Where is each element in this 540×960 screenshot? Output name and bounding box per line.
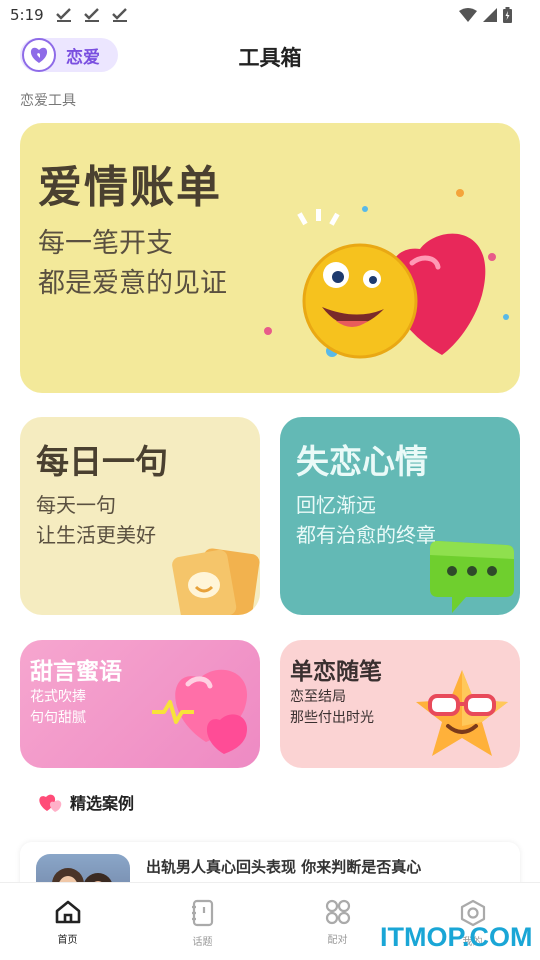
signal-icon: [483, 8, 497, 22]
crush-notes-title: 单恋随笔: [290, 659, 382, 685]
crush-notes-subtitle-1: 恋至结局: [290, 689, 346, 705]
heartbreak-mood-subtitle-1: 回忆渐远: [296, 493, 376, 517]
love-bill-title: 爱情账单: [38, 162, 222, 213]
daily-quote-title: 每日一句: [36, 442, 168, 481]
crush-notes-subtitle-2: 那些付出时光: [290, 710, 374, 726]
emoji-heart-illustration-icon: [264, 189, 509, 359]
status-left: 5:19: [10, 6, 128, 24]
page-title: 工具箱: [238, 46, 302, 70]
heartbreak-mood-title: 失恋心情: [296, 442, 428, 481]
hearts-heartbeat-icon: [152, 669, 248, 754]
status-bar: 5:19: [0, 0, 540, 30]
wifi-icon: [459, 8, 477, 22]
sweet-words-title: 甜言蜜语: [30, 659, 122, 685]
status-right: [459, 7, 512, 23]
watermark-text: ITMOP.COM: [380, 922, 533, 952]
double-heart-icon: [39, 794, 62, 812]
grid-icon: [325, 899, 350, 925]
download-done-icon: [55, 8, 71, 22]
featured-header: 精选案例: [38, 790, 134, 814]
section-label: 恋爱工具: [20, 93, 76, 109]
tab-topics[interactable]: 话题: [135, 883, 270, 960]
case-title: 出轨男人真心回头表现 你来判断是否真心: [146, 858, 422, 876]
daily-quote-card[interactable]: 每日一句 每天一句 让生活更美好: [20, 417, 260, 615]
chat-cards-icon: [172, 548, 260, 615]
crush-notes-card[interactable]: 单恋随笔 恋至结局 那些付出时光: [280, 640, 520, 768]
home-icon: [55, 900, 80, 924]
header: 恋爱 工具箱: [0, 36, 540, 76]
battery-icon: [503, 7, 512, 23]
featured-title: 精选案例: [70, 794, 135, 813]
love-bill-subtitle-2: 都是爱意的见证: [38, 268, 227, 299]
sweet-words-subtitle-1: 花式吹捧: [30, 689, 86, 705]
star-sunglasses-icon: [416, 670, 508, 756]
sweet-words-subtitle-2: 句句甜腻: [30, 710, 86, 726]
daily-quote-subtitle-2: 让生活更美好: [36, 523, 156, 547]
download-done-icon: [111, 8, 127, 22]
tab-home-label: 首页: [57, 935, 78, 946]
tab-match-label: 配对: [327, 935, 348, 946]
tab-home[interactable]: 首页: [0, 883, 135, 960]
status-time: 5:19: [10, 6, 44, 24]
daily-quote-subtitle-1: 每天一句: [36, 493, 116, 517]
tab-topics-label: 话题: [192, 937, 213, 948]
heartbreak-mood-subtitle-2: 都有治愈的终章: [296, 523, 436, 547]
notebook-icon: [191, 899, 213, 927]
chat-bubble-icon: [430, 541, 514, 613]
heartbreak-mood-card[interactable]: 失恋心情 回忆渐远 都有治愈的终章: [280, 417, 520, 615]
love-bill-card[interactable]: 爱情账单 每一笔开支 都是爱意的见证: [20, 123, 520, 393]
love-bill-subtitle-1: 每一笔开支: [38, 228, 173, 259]
sweet-words-card[interactable]: 甜言蜜语 花式吹捧 句句甜腻: [20, 640, 260, 768]
download-done-icon: [83, 8, 99, 22]
